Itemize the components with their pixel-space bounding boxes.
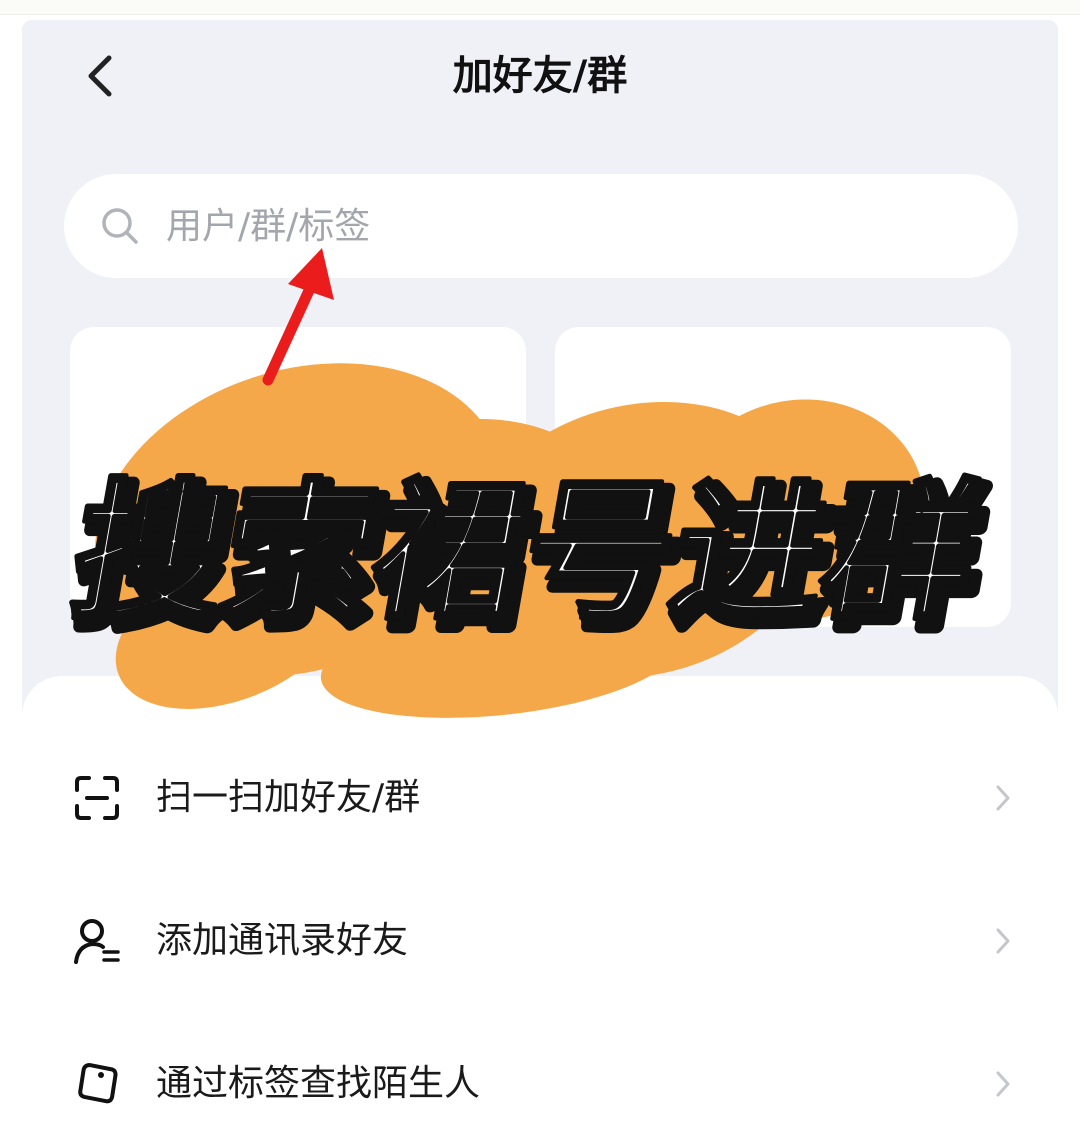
promo-caption-layer: 搜索裙号进群 搜索裙号进群 (57, 463, 1004, 655)
promo-caption: 搜索裙号进群 (59, 465, 990, 640)
